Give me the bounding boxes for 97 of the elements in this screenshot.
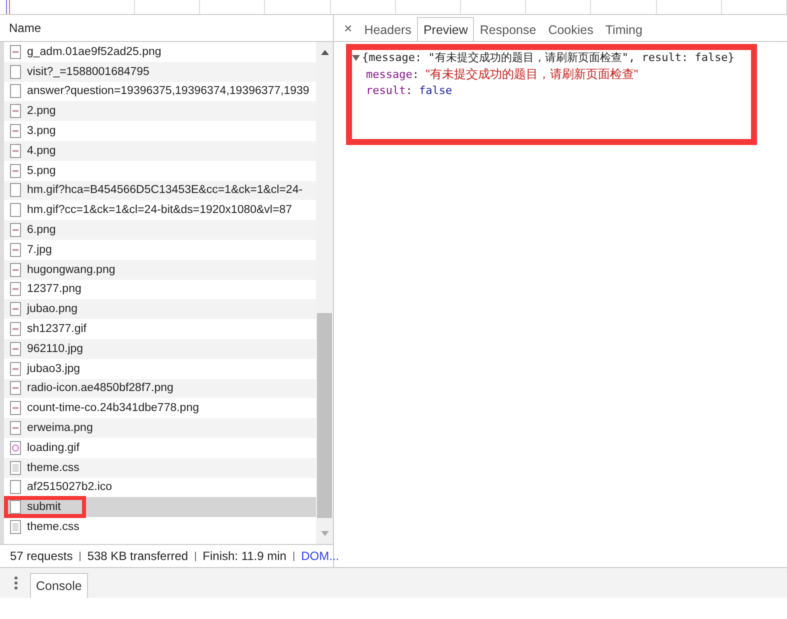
request-row[interactable]: hm.gif?cc=1&ck=1&cl=24-bit&ds=1920x1080&vl=87 [4, 200, 316, 220]
request-name: answer?question=19396375,19396374,19396377,1939 [27, 85, 310, 98]
file-icon [10, 183, 21, 198]
image-file-icon [10, 381, 21, 396]
request-row[interactable]: 6.png [4, 220, 316, 240]
close-button[interactable]: × [338, 20, 358, 41]
request-name: 7.jpg [27, 244, 52, 256]
image-file-icon [10, 362, 21, 376]
loading-file-icon [10, 440, 21, 455]
text-file-icon [10, 460, 21, 475]
request-name: sh12377.gif [27, 323, 86, 336]
image-file-icon [10, 302, 21, 316]
request-row[interactable]: loading.gif [4, 438, 316, 458]
image-file-icon [10, 342, 21, 356]
request-name: submit [27, 501, 61, 514]
scroll-up-icon[interactable] [320, 48, 330, 56]
request-row[interactable]: sh12377.gif [4, 319, 316, 339]
request-row[interactable]: 12377.png [4, 280, 316, 300]
request-name: jubao.png [27, 303, 78, 316]
file-icon [10, 500, 21, 514]
more-icon[interactable] [14, 576, 18, 590]
request-name: hm.gif?cc=1&ck=1&cl=24-bit&ds=1920x1080&vl=87 [27, 204, 292, 216]
request-row[interactable]: g_adm.01ae9f52ad25.png [4, 42, 316, 62]
request-name: erweima.png [27, 422, 93, 434]
request-row[interactable]: hm.gif?hca=B454566D5C13453E&cc=1&ck=1&cl=24- [4, 180, 316, 200]
request-name: loading.gif [27, 442, 80, 454]
request-row[interactable]: 5.png [4, 160, 316, 181]
separator: | [78, 550, 82, 562]
dom-link[interactable]: DOM... [301, 549, 340, 563]
request-name: 962110.jpg [27, 342, 84, 355]
request-row[interactable]: submit [4, 497, 316, 518]
request-name: g_adm.01ae9f52ad25.png [27, 46, 162, 58]
column-header[interactable]: Name [0, 15, 333, 42]
separator: | [292, 550, 296, 562]
status-text: 538 KB transferred [87, 549, 188, 563]
text-file-icon [10, 520, 21, 534]
file-icon [10, 203, 21, 218]
separator: | [194, 550, 197, 562]
request-row[interactable]: jubao3.jpg [4, 358, 316, 379]
scrollbar[interactable] [316, 42, 333, 544]
request-row[interactable]: 3.png [4, 121, 316, 141]
request-name: visit?_=1588001684795 [27, 66, 150, 78]
image-file-icon [10, 401, 21, 416]
detail-tab[interactable]: Response [474, 17, 542, 41]
request-name: 3.png [27, 125, 56, 138]
request-name: hm.gif?hca=B454566D5C13453E&cc=1&ck=1&cl=24- [27, 184, 303, 196]
request-row[interactable]: 7.jpg [4, 240, 316, 260]
image-file-icon [10, 124, 21, 138]
request-row[interactable]: erweima.png [4, 418, 316, 438]
image-file-icon [10, 223, 21, 238]
request-row[interactable]: theme.css [4, 458, 316, 478]
file-icon [10, 64, 21, 79]
detail-tab[interactable]: Timing [599, 17, 648, 41]
request-name: count-time-co.24b341dbe778.png [27, 402, 199, 414]
image-file-icon [10, 44, 21, 59]
image-file-icon [10, 242, 21, 257]
status-text: Finish: 11.9 min [202, 549, 286, 563]
request-name: 2.png [27, 105, 56, 118]
request-row[interactable]: hugongwang.png [4, 260, 316, 280]
request-name: theme.css [27, 521, 80, 534]
status-text: 57 requests [10, 549, 73, 563]
request-row[interactable]: radio-icon.ae4850bf28f7.png [4, 378, 316, 398]
detail-tab[interactable]: Headers [358, 17, 418, 41]
image-file-icon [10, 282, 21, 296]
request-row[interactable]: 2.png [4, 101, 316, 122]
request-row[interactable]: 962110.jpg [4, 338, 316, 359]
expanded-icon[interactable] [352, 54, 360, 62]
image-file-icon [10, 322, 21, 336]
request-row[interactable]: af2515027b2.ico [4, 478, 316, 498]
detail-tab[interactable]: Cookies [542, 17, 600, 41]
image-file-icon [10, 262, 21, 277]
request-name: radio-icon.ae4850bf28f7.png [27, 382, 174, 394]
request-row[interactable]: count-time-co.24b341dbe778.png [4, 398, 316, 418]
request-name: theme.css [27, 462, 80, 474]
request-row[interactable]: visit?_=1588001684795 [4, 62, 316, 82]
request-row[interactable]: jubao.png [4, 299, 316, 320]
drawer-tab[interactable]: Console [30, 573, 88, 598]
request-name: jubao3.jpg [27, 362, 80, 375]
request-name: af2515027b2.ico [27, 481, 112, 494]
property-line: result: false [365, 83, 454, 99]
property-line: message: "有未提交成功的题目，请刷新页面检查" [365, 66, 640, 83]
request-row[interactable]: 4.png [4, 140, 316, 161]
request-name: 12377.png [27, 283, 82, 296]
image-file-icon [10, 144, 21, 158]
image-file-icon [10, 164, 21, 178]
file-icon [10, 480, 21, 494]
request-name: 6.png [27, 224, 56, 236]
image-file-icon [10, 104, 21, 118]
request-row[interactable]: answer?question=19396375,19396374,19396377,1939 [4, 82, 316, 102]
image-file-icon [10, 421, 21, 436]
request-name: hugongwang.png [27, 264, 116, 276]
request-row[interactable]: theme.css [4, 517, 316, 537]
object-summary: {message: "有未提交成功的题目，请刷新页面检查", result: false} [362, 50, 734, 66]
request-name: 5.png [27, 164, 56, 177]
file-icon [10, 84, 21, 98]
request-name: 4.png [27, 144, 56, 157]
detail-tab[interactable]: Preview [417, 17, 474, 41]
